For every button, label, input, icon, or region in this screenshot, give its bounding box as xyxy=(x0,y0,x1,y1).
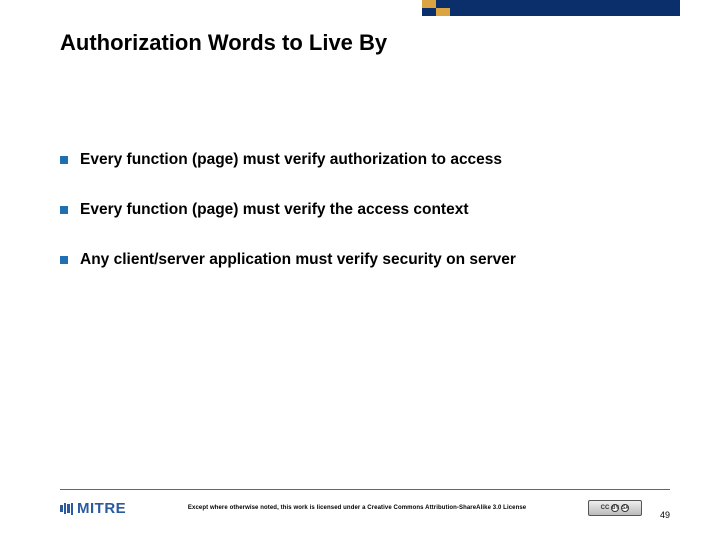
footer: MITRE Except where otherwise noted, this… xyxy=(60,494,670,522)
accent-sq xyxy=(436,8,450,16)
slide-title: Authorization Words to Live By xyxy=(60,30,387,56)
accent-sq xyxy=(422,8,436,16)
slide-body: Every function (page) must verify author… xyxy=(60,150,660,300)
bullet-item: Every function (page) must verify the ac… xyxy=(60,200,660,220)
license-text: Except where otherwise noted, this work … xyxy=(126,505,588,511)
bullet-item: Any client/server application must verif… xyxy=(60,250,660,270)
bullet-text: Every function (page) must verify author… xyxy=(80,150,502,170)
bullet-icon xyxy=(60,256,68,264)
accent-top-bars xyxy=(422,0,680,16)
bullet-icon xyxy=(60,156,68,164)
mitre-logo: MITRE xyxy=(60,500,126,517)
slide: Authorization Words to Live By Every fun… xyxy=(0,0,720,540)
bullet-text: Every function (page) must verify the ac… xyxy=(80,200,468,220)
bullet-icon xyxy=(60,206,68,214)
accent-sq xyxy=(436,0,450,8)
footer-divider xyxy=(60,489,670,490)
accent-navy-block xyxy=(450,0,680,16)
bullet-item: Every function (page) must verify author… xyxy=(60,150,660,170)
accent-squares xyxy=(422,0,450,16)
bullet-text: Any client/server application must verif… xyxy=(80,250,516,270)
mitre-logo-text: MITRE xyxy=(77,500,126,517)
accent-sq xyxy=(422,0,436,8)
page-number: 49 xyxy=(660,510,670,520)
mitre-logo-bars-icon xyxy=(60,502,73,515)
cc-badge-icon: CC BY SA xyxy=(588,500,642,516)
